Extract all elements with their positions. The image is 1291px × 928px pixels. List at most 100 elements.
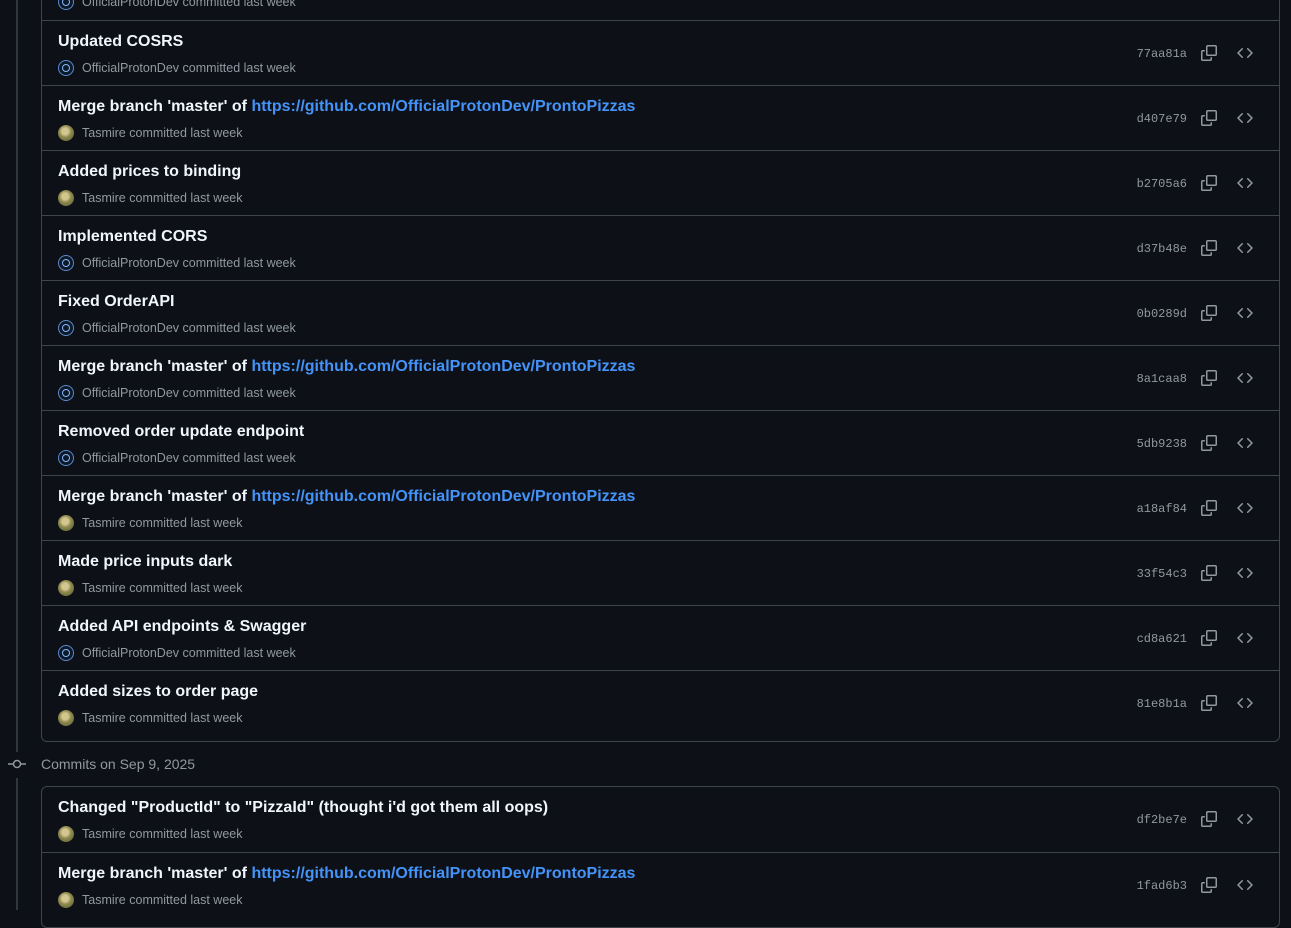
commit-author[interactable]: Tasmire	[82, 191, 126, 205]
commit-sha[interactable]: b2705a6	[1137, 177, 1187, 191]
commit-meta: OfficialProtonDev committed last week	[58, 0, 296, 10]
commit-author[interactable]: OfficialProtonDev	[82, 321, 179, 335]
commit-message-text[interactable]: Added prices to binding	[58, 163, 241, 180]
commit-message-text[interactable]: Merge branch 'master' of	[58, 358, 251, 375]
commit-author[interactable]: OfficialProtonDev	[82, 0, 179, 9]
commit-message-text[interactable]: Merge branch 'master' of	[58, 98, 251, 115]
commit-message[interactable]: Added prices to binding	[58, 163, 241, 181]
copy-sha-button[interactable]	[1199, 368, 1219, 388]
proton-avatar[interactable]	[58, 0, 74, 10]
tasmire-avatar[interactable]	[58, 580, 74, 596]
commit-author[interactable]: Tasmire	[82, 827, 126, 841]
commit-sha[interactable]: 8a1caa8	[1137, 372, 1187, 386]
copy-sha-button[interactable]	[1199, 303, 1219, 323]
commit-sha[interactable]: 81e8b1a	[1137, 697, 1187, 711]
browse-repo-button[interactable]	[1235, 433, 1255, 453]
commit-sha[interactable]: 5db9238	[1137, 437, 1187, 451]
commit-message-text[interactable]: Fixed OrderAPI	[58, 293, 174, 310]
proton-avatar[interactable]	[58, 320, 74, 336]
commit-message[interactable]: Updated COSRS	[58, 33, 183, 51]
commit-message-link[interactable]: https://github.com/OfficialProtonDev/Pro…	[251, 488, 635, 505]
tasmire-avatar[interactable]	[58, 892, 74, 908]
copy-sha-button[interactable]	[1199, 875, 1219, 895]
commit-author[interactable]: Tasmire	[82, 126, 126, 140]
proton-avatar[interactable]	[58, 385, 74, 401]
browse-repo-button[interactable]	[1235, 809, 1255, 829]
copy-sha-button[interactable]	[1199, 238, 1219, 258]
copy-sha-button[interactable]	[1199, 693, 1219, 713]
commit-message[interactable]: Merge branch 'master' of https://github.…	[58, 488, 635, 506]
commit-author[interactable]: OfficialProtonDev	[82, 61, 179, 75]
commit-author[interactable]: OfficialProtonDev	[82, 386, 179, 400]
commit-message-text[interactable]: Implemented CORS	[58, 228, 207, 245]
browse-repo-button[interactable]	[1235, 498, 1255, 518]
browse-repo-button[interactable]	[1235, 43, 1255, 63]
commit-message-link[interactable]: https://github.com/OfficialProtonDev/Pro…	[251, 358, 635, 375]
browse-repo-button[interactable]	[1235, 108, 1255, 128]
commit-author[interactable]: OfficialProtonDev	[82, 451, 179, 465]
commit-message-link[interactable]: https://github.com/OfficialProtonDev/Pro…	[251, 865, 635, 882]
browse-repo-button[interactable]	[1235, 368, 1255, 388]
commit-message-text[interactable]: Added sizes to order page	[58, 683, 258, 700]
commit-sha[interactable]: 0b0289d	[1137, 307, 1187, 321]
browse-repo-button[interactable]	[1235, 875, 1255, 895]
commit-message-text[interactable]: Merge branch 'master' of	[58, 865, 251, 882]
copy-sha-button[interactable]	[1199, 433, 1219, 453]
tasmire-avatar[interactable]	[58, 826, 74, 842]
browse-repo-button[interactable]	[1235, 693, 1255, 713]
commit-author[interactable]: Tasmire	[82, 581, 126, 595]
tasmire-avatar[interactable]	[58, 515, 74, 531]
commit-author[interactable]: Tasmire	[82, 893, 126, 907]
commit-message[interactable]: Fixed OrderAPI	[58, 293, 174, 311]
proton-avatar[interactable]	[58, 255, 74, 271]
commit-message[interactable]: Removed order update endpoint	[58, 423, 304, 441]
browse-repo-button[interactable]	[1235, 563, 1255, 583]
tasmire-avatar[interactable]	[58, 190, 74, 206]
copy-sha-button[interactable]	[1199, 173, 1219, 193]
commit-message[interactable]: Merge branch 'master' of https://github.…	[58, 358, 635, 376]
commit-author[interactable]: Tasmire	[82, 711, 126, 725]
commit-message[interactable]: Made price inputs dark	[58, 553, 232, 571]
copy-sha-button[interactable]	[1199, 809, 1219, 829]
commit-message[interactable]: Changed "ProductId" to "PizzaId" (though…	[58, 799, 548, 817]
commit-sha[interactable]: d37b48e	[1137, 242, 1187, 256]
commit-message[interactable]: Added API endpoints & Swagger	[58, 618, 306, 636]
commit-message-link[interactable]: https://github.com/OfficialProtonDev/Pro…	[251, 98, 635, 115]
proton-avatar[interactable]	[58, 645, 74, 661]
commit-sha[interactable]: df2be7e	[1137, 813, 1187, 827]
commit-sha[interactable]: 77aa81a	[1137, 47, 1187, 61]
commit-message-text[interactable]: Removed order update endpoint	[58, 423, 304, 440]
commit-message[interactable]: Implemented CORS	[58, 228, 207, 246]
commit-message-text[interactable]: Updated COSRS	[58, 33, 183, 50]
browse-repo-button[interactable]	[1235, 238, 1255, 258]
commit-message[interactable]: Added sizes to order page	[58, 683, 258, 701]
commit-sha[interactable]: cd8a621	[1137, 632, 1187, 646]
copy-sha-button[interactable]	[1199, 628, 1219, 648]
commit-author[interactable]: OfficialProtonDev	[82, 256, 179, 270]
commit-sha[interactable]: 33f54c3	[1137, 567, 1187, 581]
commit-message-text[interactable]: Added API endpoints & Swagger	[58, 618, 306, 635]
commit-sha[interactable]: 1fad6b3	[1137, 879, 1187, 893]
copy-sha-button[interactable]	[1199, 108, 1219, 128]
browse-repo-button[interactable]	[1235, 173, 1255, 193]
copy-icon	[1201, 370, 1217, 386]
commit-message-text[interactable]: Merge branch 'master' of	[58, 488, 251, 505]
commit-sha[interactable]: a18af84	[1137, 502, 1187, 516]
code-icon	[1237, 502, 1253, 514]
commit-sha[interactable]: d407e79	[1137, 112, 1187, 126]
commit-message[interactable]: Merge branch 'master' of https://github.…	[58, 865, 635, 883]
commit-message-text[interactable]: Changed "ProductId" to "PizzaId" (though…	[58, 799, 548, 816]
commit-author[interactable]: OfficialProtonDev	[82, 646, 179, 660]
proton-avatar[interactable]	[58, 450, 74, 466]
browse-repo-button[interactable]	[1235, 628, 1255, 648]
commit-message-text[interactable]: Made price inputs dark	[58, 553, 232, 570]
commit-message[interactable]: Merge branch 'master' of https://github.…	[58, 98, 635, 116]
copy-sha-button[interactable]	[1199, 43, 1219, 63]
tasmire-avatar[interactable]	[58, 710, 74, 726]
commit-author[interactable]: Tasmire	[82, 516, 126, 530]
copy-sha-button[interactable]	[1199, 498, 1219, 518]
proton-avatar[interactable]	[58, 60, 74, 76]
copy-sha-button[interactable]	[1199, 563, 1219, 583]
tasmire-avatar[interactable]	[58, 125, 74, 141]
browse-repo-button[interactable]	[1235, 303, 1255, 323]
